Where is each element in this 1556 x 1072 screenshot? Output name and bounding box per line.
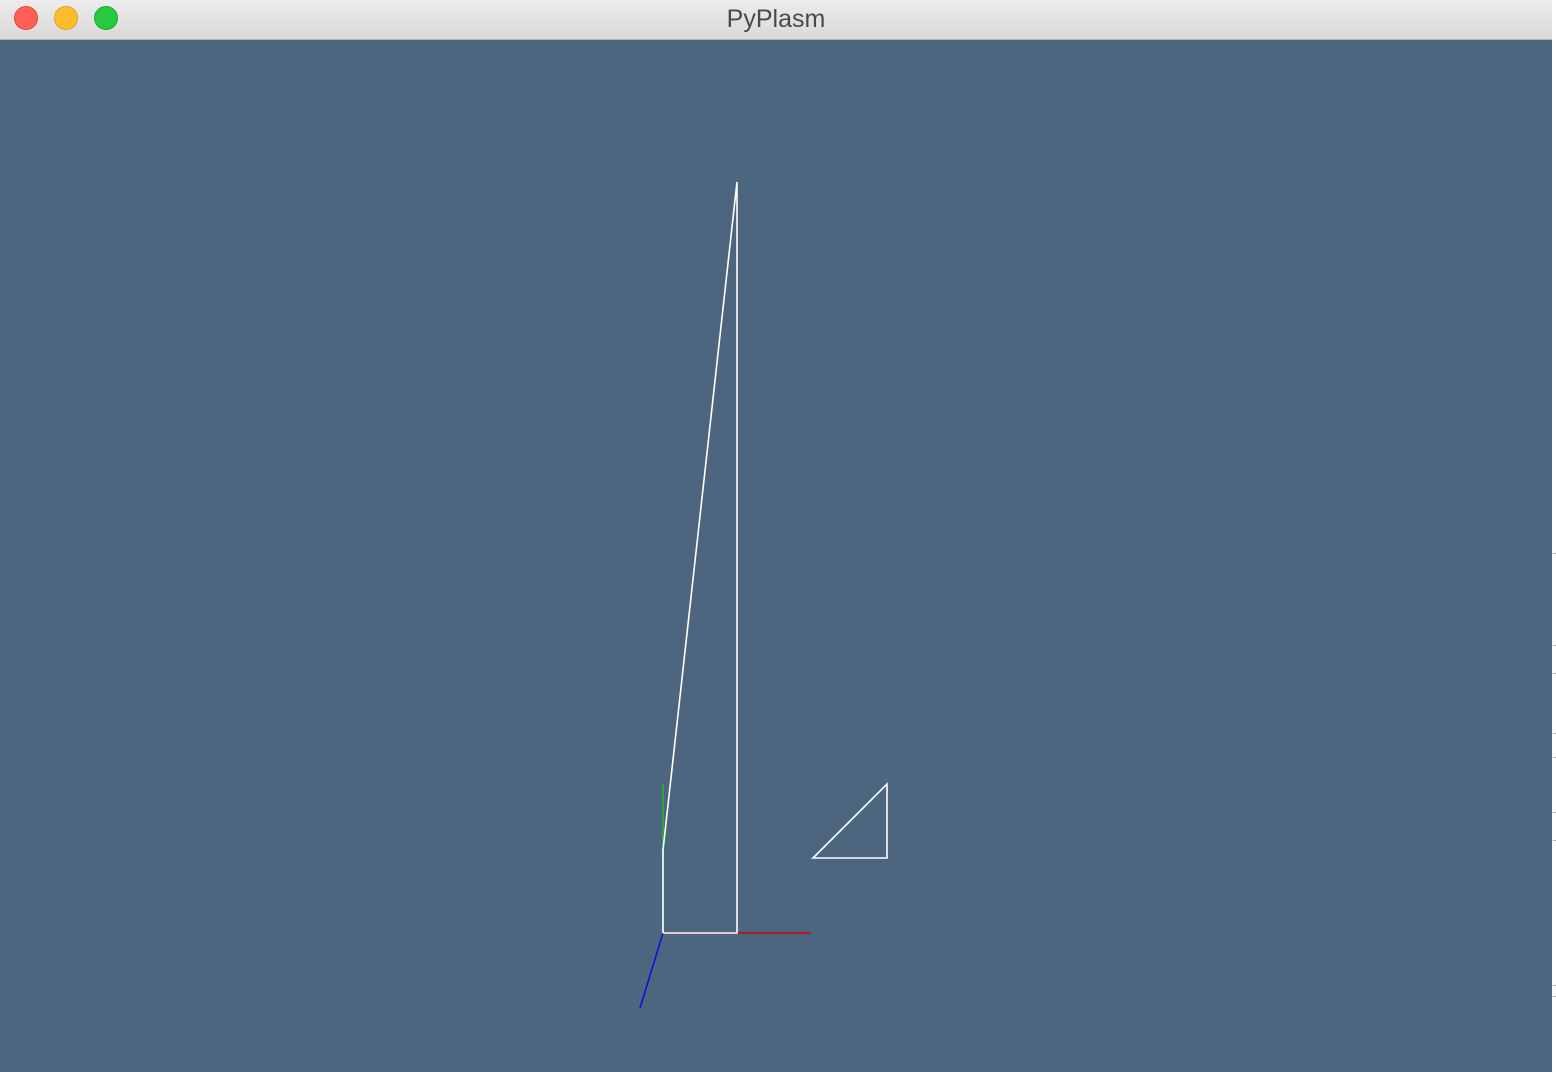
- title-bar[interactable]: PyPlasm: [0, 0, 1552, 40]
- screen-edge: [1552, 0, 1556, 1072]
- scene-canvas[interactable]: [0, 40, 1552, 1072]
- window-title: PyPlasm: [726, 5, 826, 33]
- small-triangle-wireframe: [811, 782, 888, 859]
- 3d-viewport[interactable]: [0, 40, 1552, 1072]
- z-axis-line: [639, 932, 664, 1009]
- tall-column-wireframe: [662, 181, 738, 934]
- pyplasm-window: PyPlasm: [0, 0, 1552, 1072]
